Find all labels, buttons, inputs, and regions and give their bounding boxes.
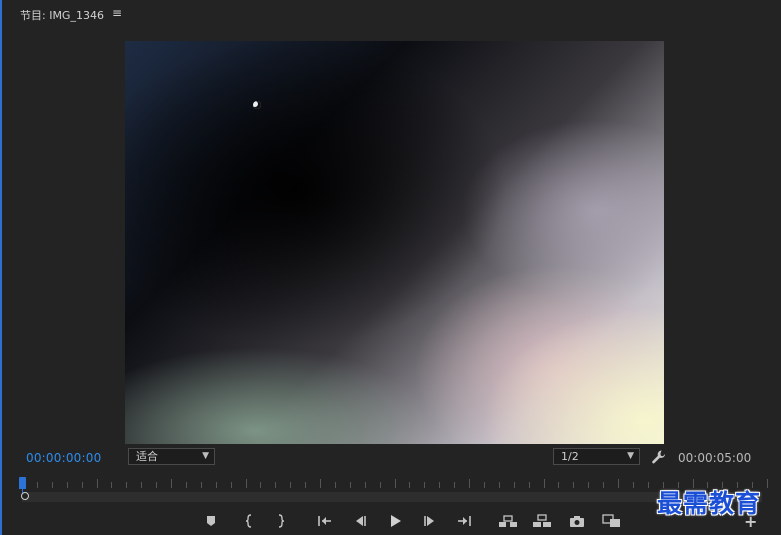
zoom-level-select[interactable]: 适合 ▼ bbox=[128, 448, 215, 465]
chevron-down-icon: ▼ bbox=[202, 451, 209, 461]
ruler-tick bbox=[469, 479, 470, 488]
ruler-tick bbox=[215, 482, 217, 488]
extract-icon bbox=[533, 514, 551, 527]
ruler-tick bbox=[185, 482, 187, 488]
panel-focus-edge bbox=[0, 0, 2, 535]
ruler-tick bbox=[767, 479, 768, 488]
ruler-tick bbox=[200, 482, 202, 488]
moon bbox=[253, 101, 261, 109]
scrub-bar[interactable] bbox=[22, 492, 762, 502]
ruler-tick bbox=[498, 482, 500, 488]
ruler-tick bbox=[618, 479, 619, 488]
add-marker-button[interactable] bbox=[200, 512, 222, 530]
mark-out-icon bbox=[278, 514, 285, 528]
ruler-tick bbox=[171, 479, 172, 488]
play-button[interactable] bbox=[384, 512, 406, 530]
playhead[interactable] bbox=[19, 477, 26, 489]
zoom-handle[interactable] bbox=[21, 492, 29, 500]
ruler-tick bbox=[632, 482, 634, 488]
ruler-tick bbox=[558, 482, 560, 488]
time-ruler[interactable] bbox=[18, 478, 768, 492]
ruler-tick bbox=[126, 482, 128, 488]
ruler-tick bbox=[51, 482, 53, 488]
ruler-tick bbox=[439, 482, 441, 488]
ruler-tick bbox=[573, 482, 575, 488]
ruler-tick bbox=[543, 479, 545, 488]
ruler-tick bbox=[81, 482, 83, 488]
panel-menu-icon[interactable]: ≡ bbox=[112, 6, 122, 20]
ruler-tick bbox=[409, 482, 411, 488]
mark-out-button[interactable] bbox=[270, 512, 292, 530]
ruler-tick bbox=[334, 482, 336, 488]
zoom-level-value: 适合 bbox=[136, 450, 158, 463]
ruler-tick bbox=[320, 479, 321, 488]
ruler-tick bbox=[454, 482, 456, 488]
ruler-tick bbox=[513, 482, 515, 488]
wrench-icon[interactable] bbox=[651, 449, 667, 465]
duration-timecode: 00:00:05:00 bbox=[678, 451, 752, 465]
ruler-tick bbox=[260, 482, 262, 488]
step-back-icon bbox=[356, 516, 366, 526]
ruler-tick bbox=[111, 482, 113, 488]
ruler-tick bbox=[483, 482, 485, 488]
go-to-out-button[interactable] bbox=[453, 512, 475, 530]
go-to-out-icon bbox=[458, 516, 471, 526]
marker-icon bbox=[207, 516, 215, 526]
ruler-tick bbox=[349, 482, 351, 488]
comparison-view-icon bbox=[602, 514, 620, 527]
play-icon bbox=[391, 515, 401, 527]
ruler-tick bbox=[603, 482, 605, 488]
ruler-tick bbox=[66, 482, 68, 488]
step-forward-icon bbox=[424, 516, 434, 526]
extract-button[interactable] bbox=[531, 512, 553, 530]
ruler-tick bbox=[245, 479, 247, 488]
resolution-value: 1/2 bbox=[561, 450, 579, 463]
ruler-tick bbox=[647, 482, 649, 488]
ruler-tick bbox=[96, 479, 98, 488]
ruler-tick bbox=[36, 482, 38, 488]
step-forward-button[interactable] bbox=[419, 512, 441, 530]
ruler-tick bbox=[230, 482, 232, 488]
ruler-tick bbox=[394, 479, 396, 488]
mark-in-button[interactable] bbox=[238, 512, 260, 530]
step-back-button[interactable] bbox=[349, 512, 371, 530]
ruler-tick bbox=[364, 482, 366, 488]
ruler-tick bbox=[275, 482, 277, 488]
ruler-tick bbox=[379, 482, 381, 488]
ruler-tick bbox=[305, 482, 307, 488]
comparison-view-button[interactable] bbox=[601, 512, 623, 530]
panel-title[interactable]: 节目: IMG_1346 bbox=[20, 7, 104, 23]
ruler-tick bbox=[156, 482, 158, 488]
ruler-tick bbox=[588, 482, 590, 488]
go-to-in-button[interactable] bbox=[314, 512, 336, 530]
lift-button[interactable] bbox=[497, 512, 519, 530]
lift-icon bbox=[499, 515, 517, 527]
playback-resolution-select[interactable]: 1/2 ▼ bbox=[553, 448, 640, 465]
ruler-tick bbox=[424, 482, 426, 488]
current-timecode[interactable]: 00:00:00:00 bbox=[26, 451, 101, 465]
mark-in-icon bbox=[245, 514, 252, 528]
export-frame-icon bbox=[570, 515, 584, 527]
export-frame-button[interactable] bbox=[566, 512, 588, 530]
program-viewer[interactable] bbox=[125, 41, 664, 444]
ruler-tick bbox=[528, 482, 530, 488]
ruler-tick bbox=[290, 482, 292, 488]
ruler-tick bbox=[141, 482, 143, 488]
go-to-in-icon bbox=[318, 516, 331, 526]
chevron-down-icon: ▼ bbox=[627, 451, 634, 461]
program-monitor-header: 节目: IMG_1346 ≡ bbox=[0, 0, 781, 28]
watermark-logo: 最需教育 bbox=[657, 489, 762, 518]
